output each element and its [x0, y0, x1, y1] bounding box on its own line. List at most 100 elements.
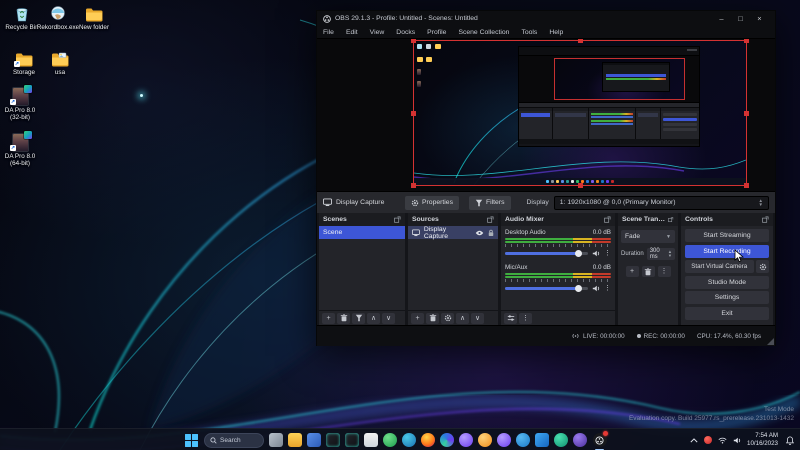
browser-button[interactable]: [402, 433, 416, 447]
telegram-button[interactable]: [516, 433, 530, 447]
display-capture-selection[interactable]: [414, 41, 746, 185]
desktop-icon-usa[interactable]: usa: [42, 50, 78, 76]
task-view-button[interactable]: [269, 433, 283, 447]
add-source-button[interactable]: +: [411, 313, 424, 324]
scene-item[interactable]: Scene: [319, 226, 405, 239]
transition-menu-button[interactable]: ⋮: [658, 266, 671, 277]
desktop-icon-storage[interactable]: ↗ Storage: [6, 50, 42, 76]
obs-titlebar[interactable]: OBS 29.1.3 - Profile: Untitled - Scenes:…: [317, 11, 775, 26]
preview-canvas[interactable]: [317, 39, 775, 191]
resize-handle[interactable]: [411, 111, 416, 116]
remove-source-button[interactable]: [426, 313, 439, 324]
resize-handle[interactable]: [578, 39, 583, 43]
menu-file[interactable]: File: [317, 29, 340, 36]
resize-handle[interactable]: [411, 183, 416, 188]
tray-clock[interactable]: 7:54 AM 10/16/2023: [747, 432, 778, 448]
volume-slider[interactable]: [505, 287, 588, 290]
app-button[interactable]: [478, 433, 492, 447]
filters-button[interactable]: Filters: [469, 196, 511, 210]
start-button[interactable]: [184, 433, 199, 448]
popout-icon[interactable]: [487, 216, 494, 223]
settings-button[interactable]: Settings: [685, 291, 769, 304]
volume-icon[interactable]: [733, 437, 741, 444]
add-scene-button[interactable]: +: [322, 313, 335, 324]
github-desktop-button[interactable]: [573, 433, 587, 447]
minimize-button[interactable]: –: [712, 11, 731, 26]
menu-edit[interactable]: Edit: [340, 29, 364, 36]
desktop-icon-new-folder[interactable]: New folder: [76, 5, 112, 31]
wifi-icon[interactable]: [718, 437, 727, 444]
app-button[interactable]: [383, 433, 397, 447]
scene-filters-button[interactable]: [352, 313, 365, 324]
spinner-arrows-icon[interactable]: ▲▼: [759, 199, 763, 207]
menu-tools[interactable]: Tools: [515, 29, 543, 36]
scene-up-button[interactable]: ∧: [367, 313, 380, 324]
microsoft-store-button[interactable]: [364, 433, 378, 447]
edge-button[interactable]: [440, 433, 454, 447]
desktop-icon-app[interactable]: Rekordbox.exe: [40, 5, 76, 31]
source-up-button[interactable]: ∧: [456, 313, 469, 324]
source-down-button[interactable]: ∨: [471, 313, 484, 324]
source-properties-button[interactable]: [441, 313, 454, 324]
start-recording-button[interactable]: Start Recording: [685, 245, 769, 258]
tray-recording-icon[interactable]: [704, 436, 712, 444]
resize-handle[interactable]: [411, 39, 416, 43]
settings-app-button[interactable]: [307, 433, 321, 447]
menu-help[interactable]: Help: [543, 29, 569, 36]
speaker-icon[interactable]: [592, 250, 600, 257]
lock-icon[interactable]: [488, 229, 494, 237]
display-select[interactable]: 1: 1920x1080 @ 0,0 (Primary Monitor) ▲▼: [554, 196, 769, 210]
resize-handle[interactable]: [744, 183, 749, 188]
source-item[interactable]: Display Capture: [408, 226, 498, 239]
studio-mode-button[interactable]: Studio Mode: [685, 276, 769, 289]
desktop-icon-recycle-bin[interactable]: Recycle Bin: [4, 5, 40, 31]
transition-select[interactable]: Fade ▼: [621, 230, 675, 243]
desktop-icon-dapro-64[interactable]: ↗ DA Pro 8.0 (64-bit): [2, 134, 38, 167]
tray-chevron-up-icon[interactable]: [690, 438, 698, 443]
maximize-button[interactable]: □: [731, 11, 750, 26]
spinner-arrows-icon[interactable]: ▲▼: [668, 250, 672, 258]
app-button[interactable]: [554, 433, 568, 447]
virtual-camera-config-button[interactable]: [756, 260, 769, 273]
notification-bell-button[interactable]: [784, 434, 796, 446]
scene-down-button[interactable]: ∨: [382, 313, 395, 324]
channel-menu-button[interactable]: ⋮: [604, 249, 611, 257]
popout-icon[interactable]: [668, 216, 674, 223]
app-button[interactable]: [345, 433, 359, 447]
menu-view[interactable]: View: [364, 29, 391, 36]
taskbar-search[interactable]: Search: [204, 433, 264, 448]
menu-profile[interactable]: Profile: [421, 29, 452, 36]
popout-icon[interactable]: [762, 216, 769, 223]
exit-button[interactable]: Exit: [685, 307, 769, 320]
obs-taskbar-button[interactable]: [592, 433, 607, 448]
vscode-button[interactable]: [535, 433, 549, 447]
volume-slider[interactable]: [505, 252, 588, 255]
duration-spinner[interactable]: 300 ms ▲▼: [647, 248, 675, 260]
channel-menu-button[interactable]: ⋮: [604, 284, 611, 292]
desktop-icon-dapro-32[interactable]: ↗ DA Pro 8.0 (32-bit): [2, 88, 38, 121]
remove-scene-button[interactable]: [337, 313, 350, 324]
remove-transition-button[interactable]: [642, 266, 655, 277]
resize-handle[interactable]: [578, 183, 583, 188]
app-button[interactable]: [459, 433, 473, 447]
menu-docks[interactable]: Docks: [390, 29, 421, 36]
mixer-menu-button[interactable]: ⋮: [519, 313, 532, 324]
popout-icon[interactable]: [394, 216, 401, 223]
app-button[interactable]: [497, 433, 511, 447]
resize-handle[interactable]: [744, 39, 749, 43]
resize-grip[interactable]: [767, 338, 774, 345]
advanced-audio-button[interactable]: [504, 313, 517, 324]
visibility-eye-icon[interactable]: [475, 230, 484, 236]
speaker-icon[interactable]: [592, 285, 600, 292]
monitor-icon: [323, 198, 332, 207]
file-explorer-button[interactable]: [288, 433, 302, 447]
start-streaming-button[interactable]: Start Streaming: [685, 229, 769, 242]
app-button[interactable]: [326, 433, 340, 447]
add-transition-button[interactable]: +: [626, 266, 639, 277]
resize-handle[interactable]: [744, 111, 749, 116]
close-button[interactable]: ×: [750, 11, 769, 26]
properties-button[interactable]: Properties: [405, 196, 459, 210]
popout-icon[interactable]: [604, 216, 611, 223]
menu-scene-collection[interactable]: Scene Collection: [452, 29, 515, 36]
firefox-button[interactable]: [421, 433, 435, 447]
